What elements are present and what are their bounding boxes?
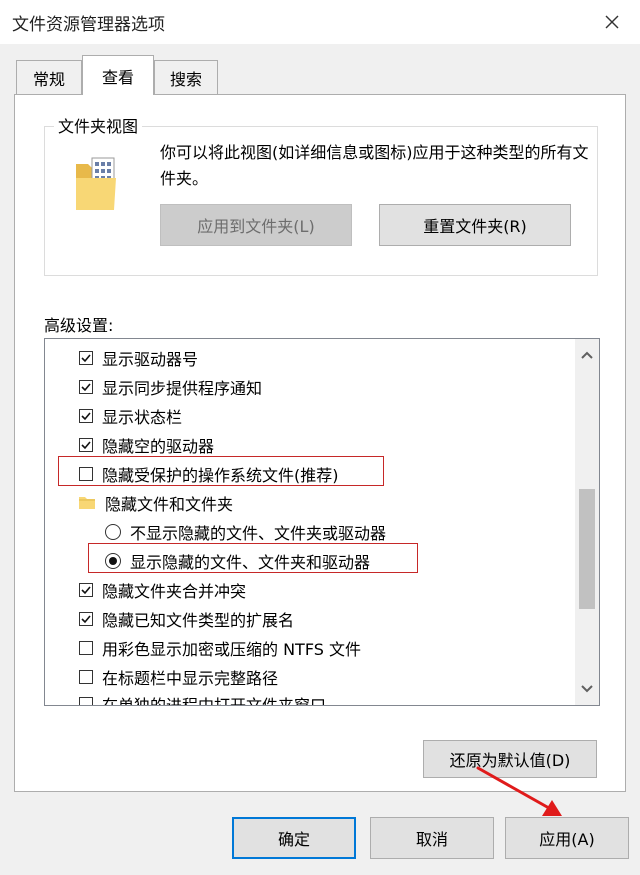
list-item[interactable]: 隐藏空的驱动器	[79, 430, 214, 459]
folder-views-legend: 文件夹视图	[54, 113, 143, 137]
scrollbar-thumb[interactable]	[579, 489, 595, 609]
list-item-label: 不显示隐藏的文件、文件夹或驱动器	[130, 523, 387, 543]
list-item-label: 显示同步提供程序通知	[102, 378, 263, 398]
radio-button[interactable]	[105, 523, 121, 540]
ok-button[interactable]: 确定	[232, 817, 356, 859]
highlight-box	[58, 456, 384, 486]
list-item[interactable]: 显示驱动器号	[79, 343, 198, 372]
list-item[interactable]: 用彩色显示加密或压缩的 NTFS 文件	[79, 633, 361, 662]
list-item-label: 隐藏文件夹合并冲突	[102, 581, 247, 601]
tab-general-label: 常规	[32, 69, 65, 89]
checkmark-icon	[81, 382, 91, 391]
tab-view[interactable]: 查看	[82, 55, 154, 95]
checkbox[interactable]	[79, 408, 93, 423]
checkmark-icon	[81, 614, 91, 623]
folder-view-icon	[76, 157, 116, 210]
checkmark-icon	[81, 440, 91, 449]
title-bar: 文件资源管理器选项	[0, 0, 640, 44]
list-item[interactable]: 显示同步提供程序通知	[79, 372, 262, 401]
list-item-label: 隐藏文件和文件夹	[105, 494, 234, 514]
checkbox[interactable]	[79, 350, 93, 365]
list-item-label: 显示状态栏	[102, 407, 183, 427]
list-item-label: 显示驱动器号	[102, 349, 199, 369]
list-item-label: 在标题栏中显示完整路径	[102, 668, 279, 688]
list-item-label: 隐藏已知文件类型的扩展名	[102, 610, 295, 630]
checkmark-icon	[81, 353, 91, 362]
restore-defaults-button[interactable]: 还原为默认值(D)	[423, 740, 597, 778]
tab-general[interactable]: 常规	[16, 60, 82, 94]
checkbox[interactable]	[79, 437, 93, 452]
advanced-settings-label: 高级设置:	[44, 316, 114, 335]
tab-view-label: 查看	[101, 67, 134, 87]
list-item-label: 隐藏空的驱动器	[102, 436, 215, 456]
apply-button[interactable]: 应用(A)	[505, 817, 629, 859]
window-title: 文件资源管理器选项	[12, 15, 165, 35]
list-item-label: 用彩色显示加密或压缩的 NTFS 文件	[102, 639, 361, 659]
tab-search[interactable]: 搜索	[154, 60, 218, 94]
list-item-label: 在单独的进程中打开文件夹窗口	[102, 695, 327, 706]
list-item: 隐藏文件和文件夹	[79, 488, 233, 517]
list-item[interactable]: 在标题栏中显示完整路径	[79, 662, 278, 691]
tab-search-label: 搜索	[169, 69, 202, 89]
checkmark-icon	[81, 585, 91, 594]
list-item[interactable]: 显示状态栏	[79, 401, 182, 430]
folder-views-description: 你可以将此视图(如详细信息或图标)应用于这种类型的所有文件夹。	[160, 143, 589, 188]
reset-folders-label: 重置文件夹(R)	[423, 217, 527, 236]
list-item[interactable]: 在单独的进程中打开文件夹窗口	[79, 689, 327, 706]
scrollbar[interactable]	[575, 339, 599, 705]
list-item[interactable]: 不显示隐藏的文件、文件夹或驱动器	[105, 517, 386, 546]
list-item[interactable]: 隐藏已知文件类型的扩展名	[79, 604, 294, 633]
checkbox[interactable]	[79, 696, 93, 705]
cancel-label: 取消	[415, 830, 448, 849]
apply-to-folders-label: 应用到文件夹(L)	[197, 217, 315, 236]
reset-folders-button[interactable]: 重置文件夹(R)	[379, 204, 571, 246]
checkbox[interactable]	[79, 582, 93, 597]
checkbox[interactable]	[79, 640, 93, 655]
advanced-settings-list[interactable]: 显示驱动器号 显示同步提供程序通知 显示状态栏 隐藏空的驱动器 隐藏受保护的操作…	[44, 338, 600, 706]
checkbox[interactable]	[79, 669, 93, 684]
chevron-up-icon[interactable]	[579, 347, 595, 363]
close-icon	[605, 15, 619, 29]
folder-icon	[79, 497, 95, 509]
restore-defaults-label: 还原为默认值(D)	[449, 751, 571, 770]
apply-label: 应用(A)	[539, 830, 595, 849]
checkbox[interactable]	[79, 379, 93, 394]
chevron-down-icon[interactable]	[579, 681, 595, 697]
highlight-box	[88, 543, 418, 573]
close-button[interactable]	[598, 8, 626, 36]
apply-to-folders-button[interactable]: 应用到文件夹(L)	[160, 204, 352, 246]
checkmark-icon	[81, 411, 91, 420]
checkbox[interactable]	[79, 611, 93, 626]
ok-label: 确定	[277, 830, 310, 849]
list-item[interactable]: 隐藏文件夹合并冲突	[79, 575, 246, 604]
cancel-button[interactable]: 取消	[370, 817, 494, 859]
